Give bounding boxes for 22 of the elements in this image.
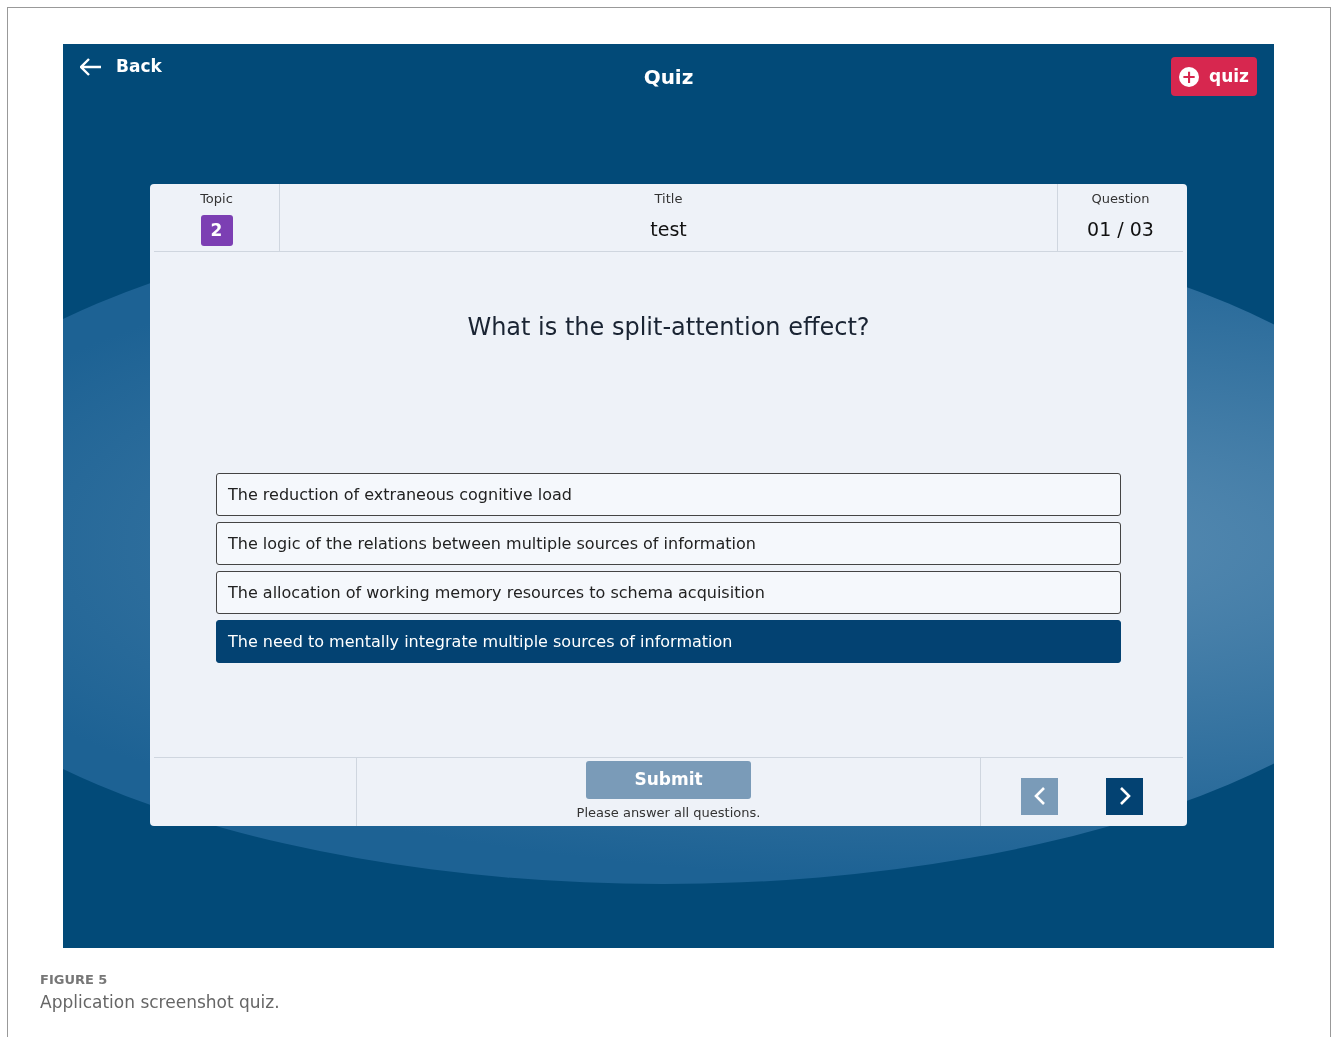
topic-label: Topic — [200, 190, 233, 208]
question-counter: 01 / 03 — [1087, 216, 1154, 242]
answer-option[interactable]: The need to mentally integrate multiple sources of information — [216, 620, 1121, 663]
chevron-left-icon — [1032, 786, 1047, 806]
back-arrow-icon — [80, 57, 102, 76]
add-quiz-button[interactable]: + quiz — [1171, 57, 1257, 96]
plus-icon: + — [1179, 66, 1199, 87]
topic-number: 2 — [200, 214, 233, 246]
next-button[interactable] — [1106, 777, 1143, 815]
answer-option[interactable]: The reduction of extraneous cognitive load — [216, 473, 1121, 516]
title-label: Title — [654, 190, 683, 208]
question-text: What is the split-attention effect? — [466, 312, 871, 343]
page-title: Quiz — [643, 64, 694, 91]
answer-option[interactable]: The logic of the relations between multiple sources of information — [216, 522, 1121, 565]
figure-label: FIGURE 5 — [40, 971, 109, 989]
hint-text: Please answer all questions. — [576, 804, 761, 822]
answer-option[interactable]: The allocation of working memory resources to schema acquisition — [216, 571, 1121, 614]
quiz-title: test — [650, 216, 687, 242]
question-label: Question — [1091, 190, 1150, 208]
back-button[interactable]: Back — [80, 54, 162, 80]
chevron-right-icon — [1117, 786, 1132, 806]
figure-caption: Application screenshot quiz. — [40, 990, 280, 1014]
